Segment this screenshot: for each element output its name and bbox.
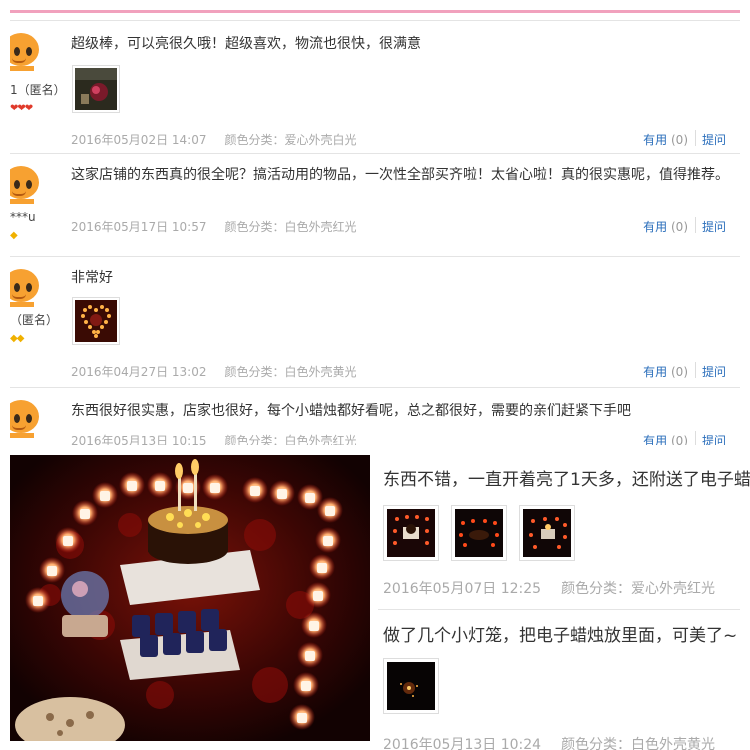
avatar[interactable] [10, 33, 41, 71]
review-content: 非常好 [71, 270, 113, 286]
candle-photo-image [10, 455, 370, 741]
useful-count: (0) [671, 133, 688, 147]
review-photo-thumbnail[interactable] [383, 505, 439, 561]
avatar[interactable] [10, 400, 41, 438]
useful-button[interactable]: 有用 (0) [643, 363, 688, 380]
review-meta: 2016年05月17日 10:57 颜色分类：白色外壳红光 [71, 218, 357, 235]
review-content: 做了几个小灯笼，把电子蜡烛放里面，可美了~ [383, 626, 738, 646]
review-meta: 2016年05月02日 14:07 颜色分类：爱心外壳白光 [71, 131, 357, 148]
divider [695, 130, 696, 146]
review-item: 东西很好很实惠，店家也很好，每个小蜡烛都好看呢，总之都很好，需要的亲们赶紧下手吧… [10, 387, 740, 445]
ask-question-link[interactable]: 提问 [702, 218, 726, 235]
review-meta: 2016年05月13日 10:24 颜色分类：白色外壳黄光 [383, 734, 715, 750]
color-category: 颜色分类：白色外壳黄光 [561, 737, 716, 750]
divider [378, 609, 740, 610]
review-meta: 2016年04月27日 13:02 颜色分类：白色外壳黄光 [71, 363, 357, 380]
useful-count: (0) [671, 220, 688, 234]
review-content: 东西很好很实惠，店家也很好，每个小蜡烛都好看呢，总之都很好，需要的亲们赶紧下手吧 [71, 403, 631, 419]
useful-button[interactable]: 有用 (0) [643, 218, 688, 235]
review-date: 2016年05月02日 14:07 [71, 133, 207, 147]
reviewer-name: ***u [10, 210, 36, 224]
divider [695, 217, 696, 233]
review-item: （匿名） ◆◆ 非常好 2016年04月27日 13:02 颜色分类：白色外壳黄光… [10, 256, 740, 386]
useful-button[interactable]: 有用 (0) [643, 131, 688, 148]
review-photo-thumbnail[interactable] [383, 658, 439, 714]
lower-review-list: 东西不错，一直开着亮了1天多，还附送了电子蜡烛 2016年05月07日 12:2… [378, 455, 750, 750]
review-item: ***u ◆ 这家店铺的东西真的很全呢？搞活动用的物品，一次性全部买齐啦！太省心… [10, 153, 740, 255]
ask-question-link[interactable]: 提问 [702, 432, 726, 445]
review-list: 1（匿名） ❤❤❤ 超级棒，可以亮很久哦！超级喜欢，物流也很快，很满意 2016… [0, 14, 750, 445]
color-category: 颜色分类：白色外壳黄光 [224, 365, 357, 379]
review-photo-thumbnail[interactable] [72, 297, 120, 345]
review-date: 2016年05月17日 10:57 [71, 220, 207, 234]
useful-count: (0) [671, 434, 688, 445]
review-photo-thumbnail[interactable] [72, 65, 120, 113]
review-meta: 2016年05月13日 10:15 颜色分类：白色外壳红光 [71, 432, 357, 445]
ask-question-link[interactable]: 提问 [702, 131, 726, 148]
review-date: 2016年05月13日 10:24 [383, 737, 542, 750]
useful-label: 有用 [643, 133, 668, 147]
divider [695, 431, 696, 445]
reviewer-rank-hearts-icon: ❤❤❤ [10, 103, 33, 114]
useful-label: 有用 [643, 220, 668, 234]
review-content: 这家店铺的东西真的很全呢？搞活动用的物品，一次性全部买齐啦！太省心啦！真的很实惠… [71, 167, 729, 183]
color-category: 颜色分类：爱心外壳红光 [561, 581, 716, 597]
color-category: 颜色分类：白色外壳红光 [224, 220, 357, 234]
useful-count: (0) [671, 365, 688, 379]
review-content: 东西不错，一直开着亮了1天多，还附送了电子蜡烛 [383, 470, 750, 490]
review-content: 超级棒，可以亮很久哦！超级喜欢，物流也很快，很满意 [71, 36, 421, 52]
review-item: 1（匿名） ❤❤❤ 超级棒，可以亮很久哦！超级喜欢，物流也很快，很满意 2016… [10, 20, 740, 152]
color-category: 颜色分类：爱心外壳白光 [224, 133, 357, 147]
review-date: 2016年04月27日 13:02 [71, 365, 207, 379]
avatar[interactable] [10, 269, 41, 307]
reviewer-rank-diamond-icon: ◆◆ [10, 333, 24, 344]
ask-question-link[interactable]: 提问 [702, 363, 726, 380]
divider [695, 362, 696, 378]
review-date: 2016年05月13日 10:15 [71, 434, 207, 445]
reviewer-name: （匿名） [10, 313, 59, 327]
review-meta: 2016年05月07日 12:25 颜色分类：爱心外壳红光 [383, 578, 715, 598]
review-large-photo[interactable] [10, 455, 370, 741]
avatar[interactable] [10, 166, 41, 204]
review-photo-thumbnail[interactable] [519, 505, 575, 561]
reviewer-rank-diamond-icon: ◆ [10, 230, 18, 241]
review-photo-thumbnail[interactable] [451, 505, 507, 561]
reviewer-name: 1（匿名） [10, 83, 66, 97]
color-category: 颜色分类：白色外壳红光 [224, 434, 357, 445]
review-date: 2016年05月07日 12:25 [383, 581, 542, 597]
useful-button[interactable]: 有用 (0) [643, 432, 688, 445]
useful-label: 有用 [643, 365, 668, 379]
top-accent-line [10, 10, 740, 13]
useful-label: 有用 [643, 434, 668, 445]
